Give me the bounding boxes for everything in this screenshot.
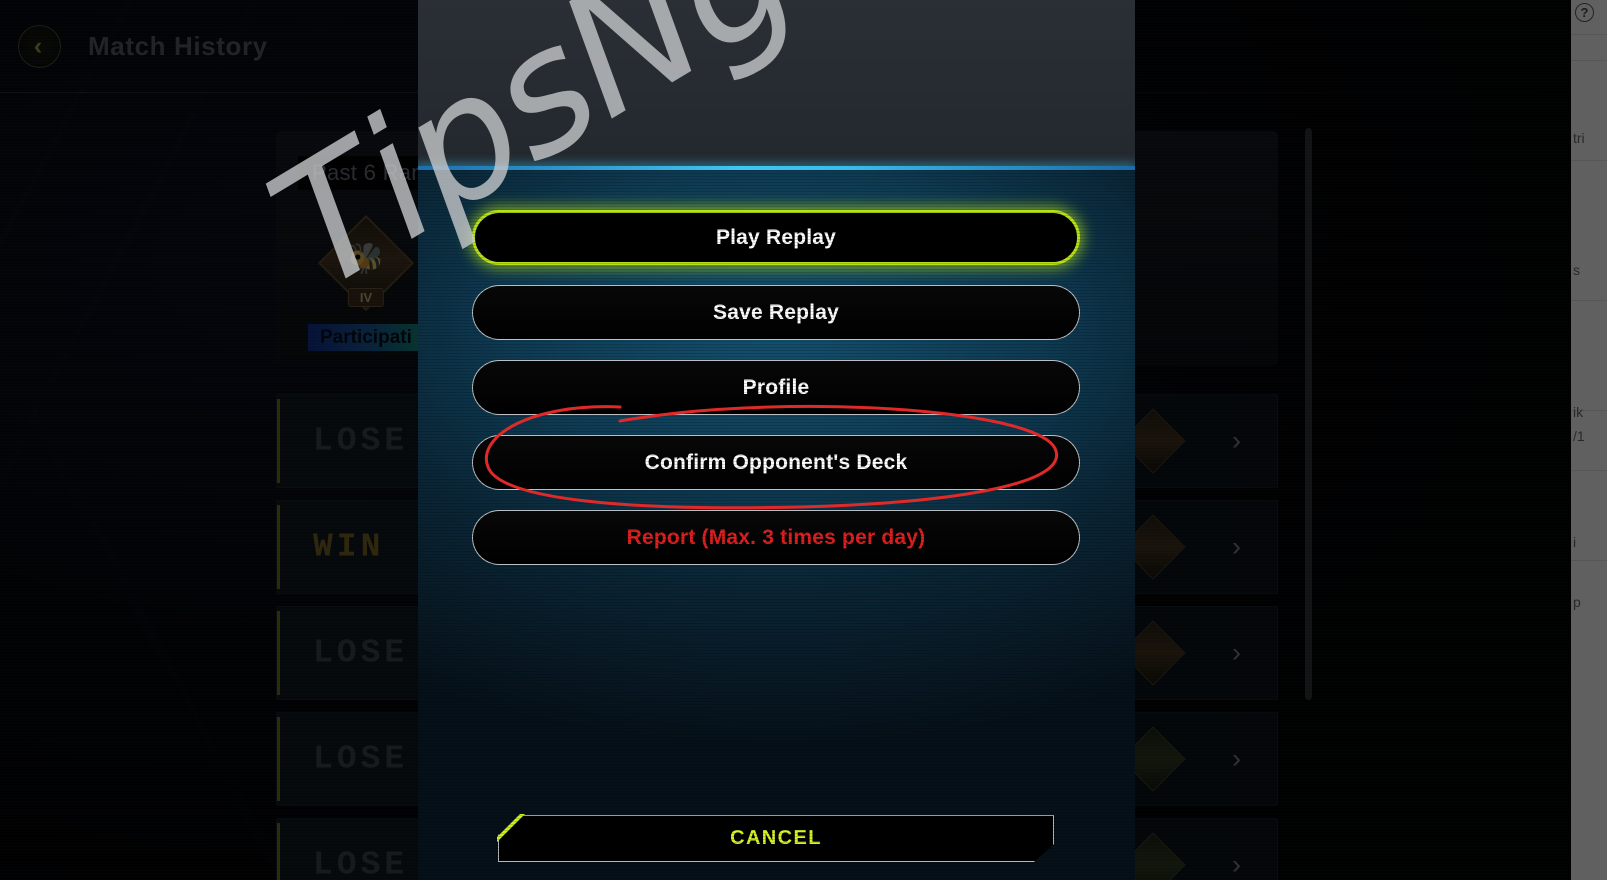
overlay-dim-right[interactable]	[1135, 0, 1607, 880]
cancel-button[interactable]: CANCEL	[498, 815, 1054, 862]
cancel-accent-corner	[497, 814, 525, 842]
dialog-option-3[interactable]: Profile	[472, 360, 1080, 415]
dialog-top-panel	[418, 0, 1135, 168]
dialog-option-2[interactable]: Save Replay	[472, 285, 1080, 340]
dialog-body: Play Replay Save Replay Profile Confirm Opp…	[418, 170, 1135, 880]
dialog-option-4[interactable]: Confirm Opponent's Deck	[472, 435, 1080, 490]
match-options-dialog: Play Replay Save Replay Profile Confirm Opp…	[418, 0, 1135, 880]
dialog-option-1[interactable]: Play Replay	[472, 210, 1080, 265]
dialog-option-5[interactable]: Report (Max. 3 times per day)	[472, 510, 1080, 565]
overlay-dim-left[interactable]	[0, 0, 418, 880]
cancel-button-wrap: CANCEL	[497, 814, 1054, 862]
screen-root: ‹ Match History Past 6 Ran 🐝 IV Particip…	[0, 0, 1607, 880]
